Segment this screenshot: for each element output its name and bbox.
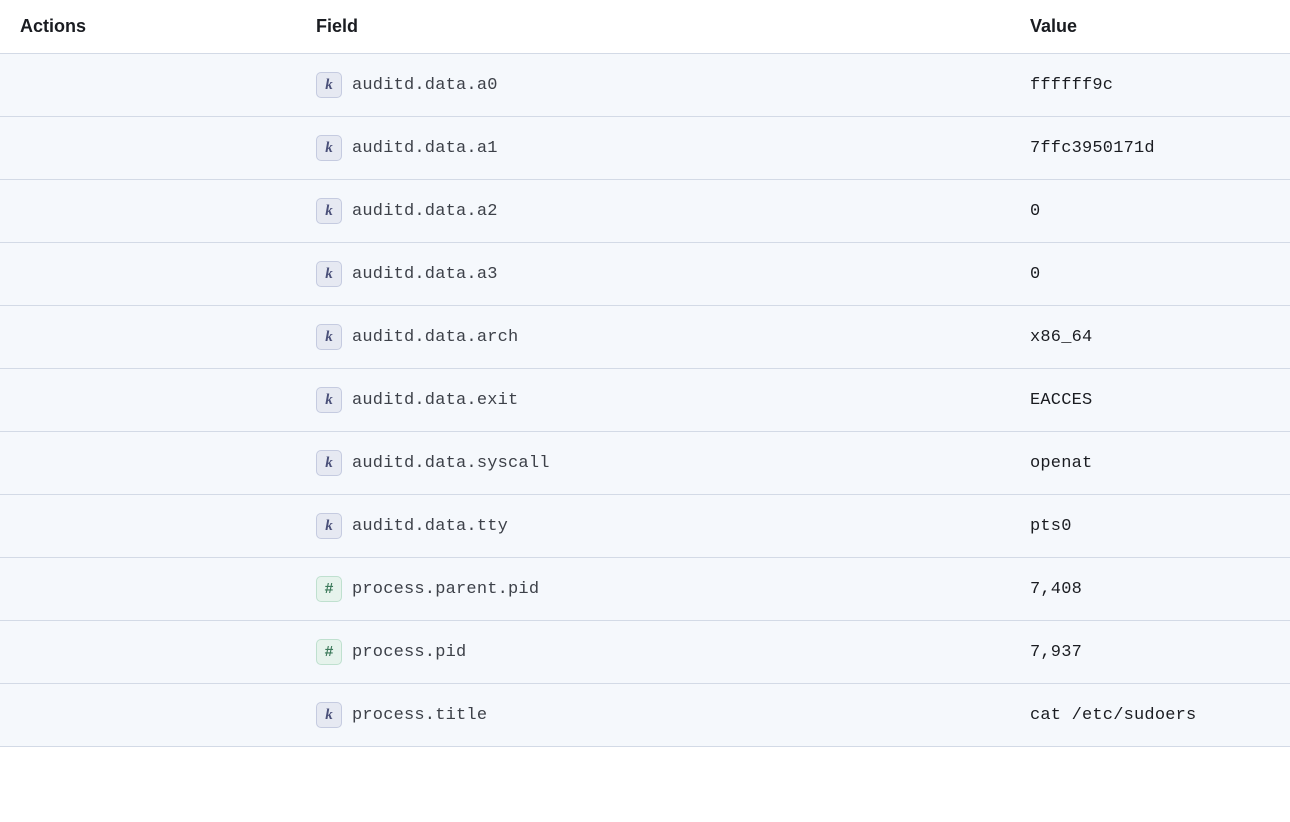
field-value[interactable]: 7,408 xyxy=(1030,580,1082,599)
field-name[interactable]: auditd.data.exit xyxy=(352,391,518,410)
value-cell: x86_64 xyxy=(1030,328,1270,347)
number-type-icon: # xyxy=(316,576,342,602)
field-value[interactable]: pts0 xyxy=(1030,517,1072,536)
value-cell: 7,937 xyxy=(1030,643,1270,662)
keyword-type-icon: k xyxy=(316,198,342,224)
field-name[interactable]: auditd.data.a0 xyxy=(352,76,498,95)
field-cell: k auditd.data.a2 xyxy=(316,198,1030,224)
field-name[interactable]: auditd.data.a1 xyxy=(352,139,498,158)
field-name[interactable]: auditd.data.tty xyxy=(352,517,508,536)
keyword-type-icon: k xyxy=(316,702,342,728)
table-row[interactable]: k auditd.data.a2 0 xyxy=(0,180,1290,243)
field-cell: k auditd.data.tty xyxy=(316,513,1030,539)
table-row[interactable]: k process.title cat /etc/sudoers xyxy=(0,684,1290,747)
field-name[interactable]: auditd.data.syscall xyxy=(352,454,550,473)
field-cell: # process.pid xyxy=(316,639,1030,665)
value-cell: pts0 xyxy=(1030,517,1270,536)
keyword-type-icon: k xyxy=(316,261,342,287)
table-row[interactable]: k auditd.data.tty pts0 xyxy=(0,495,1290,558)
field-name[interactable]: auditd.data.arch xyxy=(352,328,518,347)
field-value[interactable]: cat /etc/sudoers xyxy=(1030,706,1196,725)
table-row[interactable]: k auditd.data.arch x86_64 xyxy=(0,306,1290,369)
field-name[interactable]: process.title xyxy=(352,706,487,725)
table-row[interactable]: # process.pid 7,937 xyxy=(0,621,1290,684)
field-name[interactable]: auditd.data.a2 xyxy=(352,202,498,221)
field-value-table: Actions Field Value k auditd.data.a0 fff… xyxy=(0,0,1290,747)
keyword-type-icon: k xyxy=(316,72,342,98)
field-cell: k auditd.data.syscall xyxy=(316,450,1030,476)
field-name[interactable]: process.parent.pid xyxy=(352,580,539,599)
value-cell: 0 xyxy=(1030,265,1270,284)
field-name[interactable]: auditd.data.a3 xyxy=(352,265,498,284)
table-row[interactable]: # process.parent.pid 7,408 xyxy=(0,558,1290,621)
field-cell: k auditd.data.exit xyxy=(316,387,1030,413)
field-value[interactable]: EACCES xyxy=(1030,391,1092,410)
keyword-type-icon: k xyxy=(316,387,342,413)
table-header-row: Actions Field Value xyxy=(0,0,1290,54)
table-row[interactable]: k auditd.data.a3 0 xyxy=(0,243,1290,306)
field-value[interactable]: 0 xyxy=(1030,265,1040,284)
table-row[interactable]: k auditd.data.syscall openat xyxy=(0,432,1290,495)
field-cell: k auditd.data.arch xyxy=(316,324,1030,350)
field-value[interactable]: 7ffc3950171d xyxy=(1030,139,1155,158)
value-cell: EACCES xyxy=(1030,391,1270,410)
field-value[interactable]: 0 xyxy=(1030,202,1040,221)
keyword-type-icon: k xyxy=(316,324,342,350)
value-cell: cat /etc/sudoers xyxy=(1030,706,1270,725)
value-cell: openat xyxy=(1030,454,1270,473)
field-value[interactable]: openat xyxy=(1030,454,1092,473)
field-value[interactable]: 7,937 xyxy=(1030,643,1082,662)
keyword-type-icon: k xyxy=(316,135,342,161)
column-header-actions[interactable]: Actions xyxy=(20,16,316,37)
table-row[interactable]: k auditd.data.a1 7ffc3950171d xyxy=(0,117,1290,180)
field-value[interactable]: ffffff9c xyxy=(1030,76,1113,95)
field-cell: k auditd.data.a0 xyxy=(316,72,1030,98)
field-cell: k process.title xyxy=(316,702,1030,728)
field-cell: # process.parent.pid xyxy=(316,576,1030,602)
field-cell: k auditd.data.a1 xyxy=(316,135,1030,161)
keyword-type-icon: k xyxy=(316,450,342,476)
value-cell: 7ffc3950171d xyxy=(1030,139,1270,158)
field-value[interactable]: x86_64 xyxy=(1030,328,1092,347)
number-type-icon: # xyxy=(316,639,342,665)
column-header-value[interactable]: Value xyxy=(1030,16,1270,37)
value-cell: 7,408 xyxy=(1030,580,1270,599)
value-cell: ffffff9c xyxy=(1030,76,1270,95)
table-row[interactable]: k auditd.data.a0 ffffff9c xyxy=(0,54,1290,117)
column-header-field[interactable]: Field xyxy=(316,16,1030,37)
table-row[interactable]: k auditd.data.exit EACCES xyxy=(0,369,1290,432)
keyword-type-icon: k xyxy=(316,513,342,539)
value-cell: 0 xyxy=(1030,202,1270,221)
field-name[interactable]: process.pid xyxy=(352,643,466,662)
field-cell: k auditd.data.a3 xyxy=(316,261,1030,287)
